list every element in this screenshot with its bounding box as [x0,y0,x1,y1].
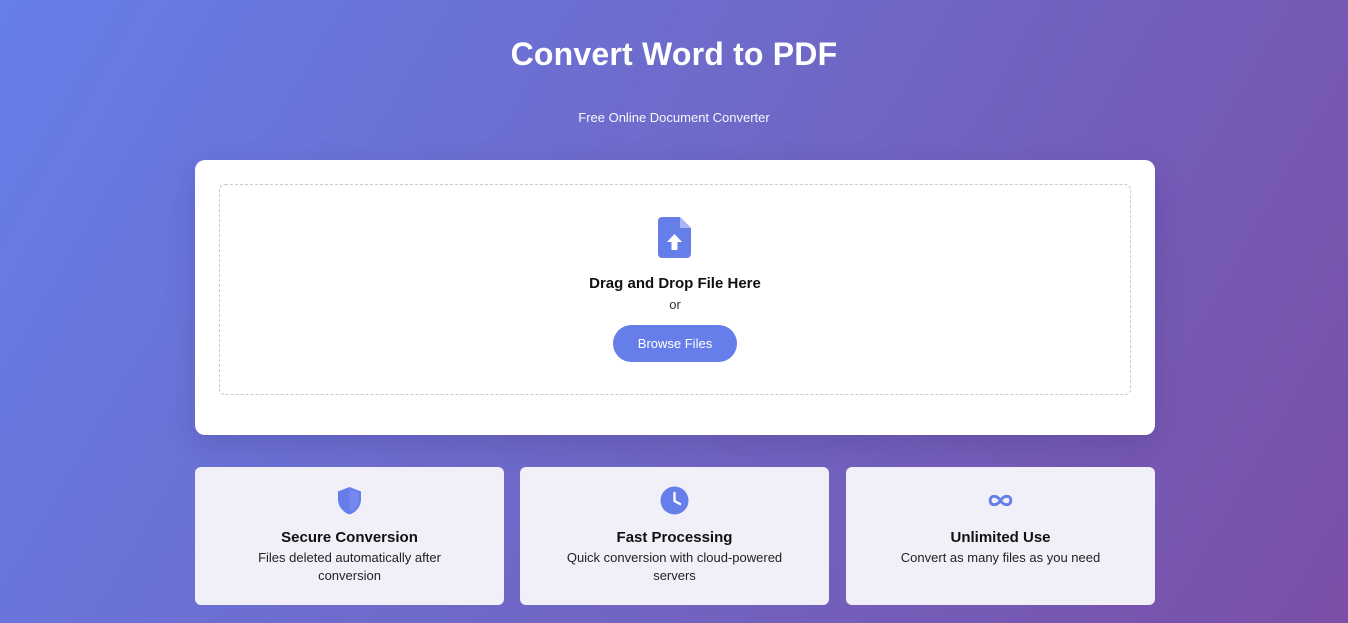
feature-title: Unlimited Use [950,529,1051,546]
file-dropzone[interactable]: Drag and Drop File Here or Browse Files [219,184,1131,395]
feature-card-fast: Fast Processing Quick conversion with cl… [520,467,829,605]
shield-icon [338,487,361,515]
features-row: Secure Conversion Files deleted automati… [195,467,1155,605]
page-header: Convert Word to PDF Free Online Document… [0,30,1348,126]
feature-title: Fast Processing [616,529,733,546]
browse-files-button[interactable]: Browse Files [613,325,737,362]
file-upload-icon [658,217,691,258]
feature-card-unlimited: Unlimited Use Convert as many files as y… [846,467,1155,605]
feature-description: Files deleted automatically after conver… [258,550,441,583]
upload-card: Drag and Drop File Here or Browse Files [195,160,1155,435]
infinity-icon [988,494,1013,507]
or-separator: or [669,297,681,312]
page-title: Convert Word to PDF [510,36,838,72]
clock-icon [660,486,689,515]
feature-card-secure: Secure Conversion Files deleted automati… [195,467,504,605]
page-subtitle: Free Online Document Converter [578,110,770,125]
feature-title: Secure Conversion [281,529,418,546]
feature-description: Convert as many files as you need [900,550,1101,565]
drop-instructions: Drag and Drop File Here [589,275,761,292]
feature-description: Quick conversion with cloud-powered serv… [566,550,783,583]
